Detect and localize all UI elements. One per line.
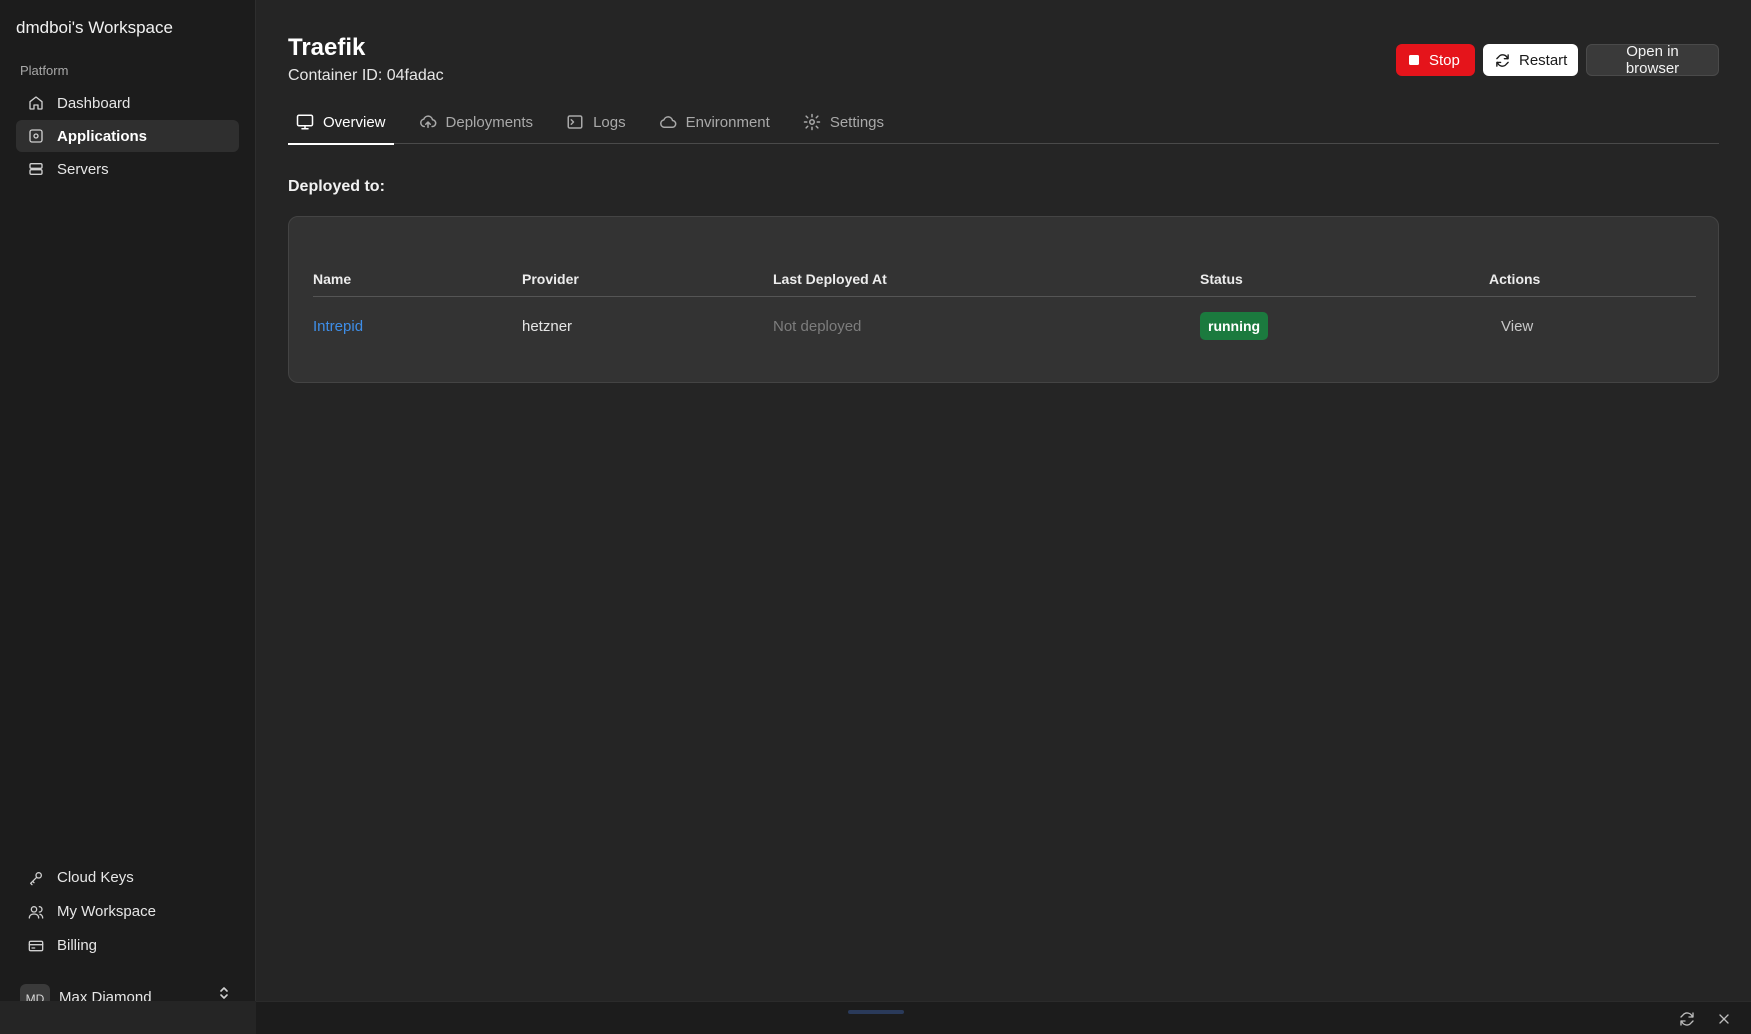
- deployments-table-card: Name Provider Last Deployed At Status Ac…: [288, 216, 1719, 383]
- tab-overview[interactable]: Overview: [288, 100, 394, 145]
- drag-handle[interactable]: [848, 1010, 904, 1014]
- deployments-table: Name Provider Last Deployed At Status Ac…: [313, 261, 1696, 355]
- bottom-panel-bar: [256, 1001, 1751, 1034]
- cloud-upload-icon: [419, 113, 437, 131]
- tab-environment[interactable]: Environment: [651, 100, 778, 144]
- actions-cell: View: [1489, 318, 1696, 335]
- monitor-icon: [296, 113, 314, 131]
- stop-icon: [1408, 54, 1420, 66]
- tabs: Overview Deployments Logs Environment Se…: [288, 100, 1719, 145]
- open-in-browser-button[interactable]: Open in browser: [1586, 43, 1719, 77]
- restart-button-label: Restart: [1519, 51, 1568, 69]
- tab-label: Logs: [593, 113, 626, 131]
- tab-label: Environment: [685, 113, 770, 131]
- chevrons-up-down-icon: [220, 987, 228, 999]
- tab-label: Deployments: [445, 113, 534, 131]
- sidebar-item-label: Cloud Keys: [57, 869, 134, 886]
- sidebar-item-applications[interactable]: Applications: [16, 120, 239, 152]
- container-id: Container ID: 04fadac: [288, 67, 444, 84]
- server-name-link[interactable]: Intrepid: [313, 318, 363, 335]
- users-icon: [28, 904, 44, 920]
- sidebar-item-servers[interactable]: Servers: [16, 153, 239, 185]
- provider-cell: hetzner: [522, 317, 573, 335]
- home-icon: [28, 95, 44, 111]
- stop-button-label: Stop: [1429, 51, 1460, 69]
- tab-settings[interactable]: Settings: [795, 100, 892, 144]
- status-badge: running: [1200, 312, 1269, 340]
- sidebar-item-label: My Workspace: [57, 903, 156, 920]
- sidebar-item-label: Applications: [57, 127, 148, 145]
- sidebar-item-label: Dashboard: [57, 94, 131, 112]
- sidebar: dmdboi's Workspace Platform Dashboard Ap…: [0, 0, 256, 1001]
- server-icon: [28, 161, 44, 177]
- tab-deployments[interactable]: Deployments: [411, 100, 542, 144]
- header-actions: Stop Restart Open in browser: [1396, 43, 1719, 77]
- sidebar-item-billing[interactable]: Billing: [16, 929, 239, 962]
- section-label-platform: Platform: [20, 63, 69, 78]
- open-in-browser-label: Open in browser: [1625, 43, 1680, 77]
- sidebar-item-my-workspace[interactable]: My Workspace: [16, 895, 239, 928]
- page-title: Traefik: [288, 34, 366, 61]
- sidebar-item-dashboard[interactable]: Dashboard: [16, 87, 239, 119]
- sidebar-item-label: Servers: [57, 160, 109, 178]
- column-header-last-deployed: Last Deployed At: [773, 270, 887, 287]
- table-header: Name Provider Last Deployed At Status Ac…: [313, 261, 1696, 297]
- app-window: dmdboi's Workspace Platform Dashboard Ap…: [0, 0, 1751, 1034]
- status-cell: running: [1200, 312, 1489, 340]
- refresh-icon: [1495, 53, 1510, 68]
- stop-button[interactable]: Stop: [1396, 44, 1475, 76]
- column-header-actions: Actions: [1489, 270, 1541, 287]
- tab-label: Overview: [323, 113, 386, 131]
- tab-label: Settings: [829, 113, 885, 131]
- column-header-provider: Provider: [522, 270, 579, 287]
- refresh-icon[interactable]: [1679, 1011, 1695, 1027]
- restart-button[interactable]: Restart: [1483, 44, 1578, 76]
- tab-logs[interactable]: Logs: [558, 100, 634, 144]
- last-deployed-cell: Not deployed: [773, 317, 862, 335]
- terminal-icon: [566, 113, 584, 131]
- gear-icon: [803, 113, 821, 131]
- cloud-icon: [659, 113, 677, 131]
- table-row: Intrepid hetzner Not deployed running Vi…: [313, 297, 1696, 355]
- sidebar-item-label: Billing: [57, 937, 98, 954]
- sidebar-nav-account: Cloud Keys My Workspace Billing: [16, 861, 239, 963]
- close-icon[interactable]: [1716, 1011, 1732, 1027]
- sidebar-item-cloud-keys[interactable]: Cloud Keys: [16, 861, 239, 894]
- view-button[interactable]: View: [1489, 318, 1533, 335]
- credit-card-icon: [28, 938, 44, 954]
- user-name: Max Diamond: [59, 989, 152, 1001]
- column-header-status: Status: [1200, 270, 1243, 287]
- user-menu[interactable]: MD Max Diamond: [20, 984, 230, 1001]
- column-header-name: Name: [313, 270, 352, 287]
- deployed-to-heading: Deployed to:: [288, 178, 385, 195]
- key-icon: [28, 870, 44, 886]
- workspace-title[interactable]: dmdboi's Workspace: [16, 18, 173, 38]
- sidebar-nav-platform: Dashboard Applications Servers: [16, 87, 239, 186]
- server-name-cell: Intrepid: [313, 318, 522, 335]
- avatar: MD: [20, 984, 50, 1001]
- app-icon: [28, 128, 44, 144]
